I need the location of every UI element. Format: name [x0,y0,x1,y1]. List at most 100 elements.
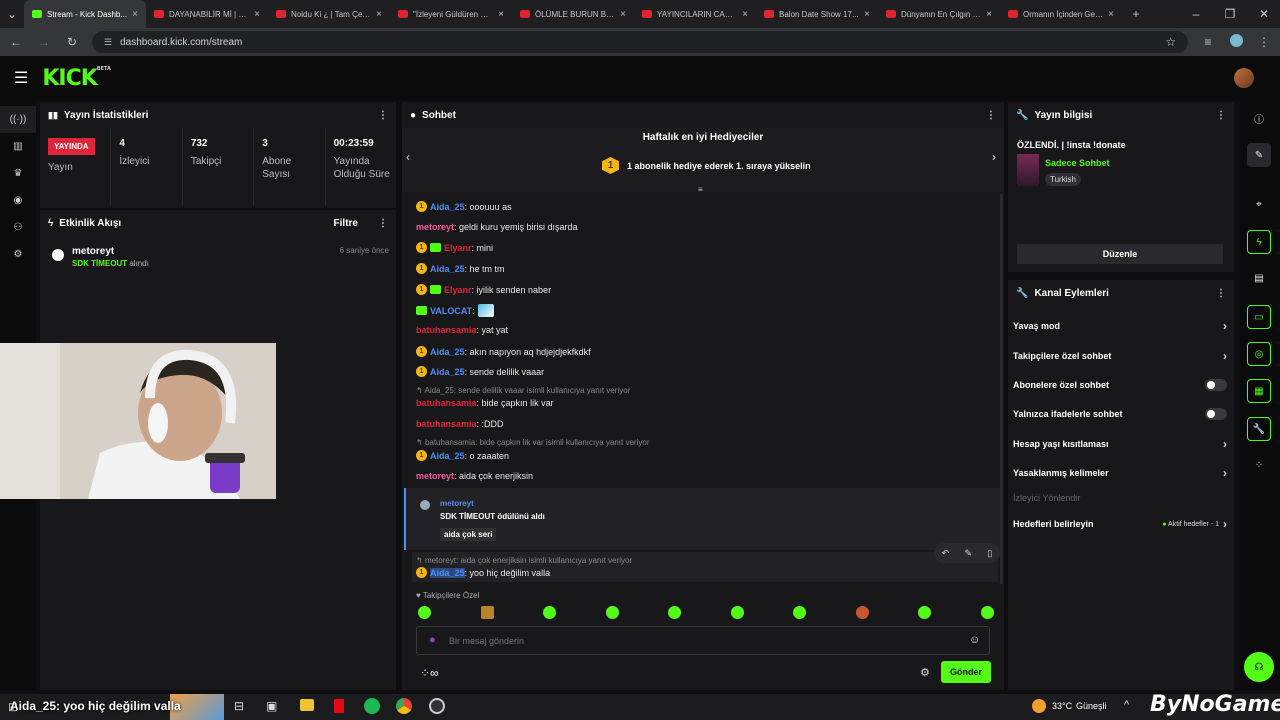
close-window-icon[interactable]: ✕ [1256,7,1272,21]
emote-icon[interactable] [730,606,744,619]
broadcast-icon[interactable]: ◎ [1247,342,1271,366]
site-info-icon[interactable]: ☰ [104,37,112,48]
users-icon[interactable]: ⚇ [0,214,36,241]
browser-menu-icon[interactable]: ⋮ [1256,35,1272,49]
media-control-icon[interactable]: ≡ [1200,35,1216,49]
chat-icon[interactable]: ▭ [1247,305,1271,329]
close-tab-icon[interactable]: × [254,9,260,20]
emotes-chat-toggle[interactable] [1205,408,1227,420]
chat-username[interactable]: batuhansamia [416,325,477,335]
maximize-icon[interactable]: ❐ [1222,7,1238,21]
reply-icon[interactable]: ↶ [942,548,950,559]
chat-username[interactable]: Aida_25 [430,451,465,461]
trophy-icon[interactable]: ♛ [0,160,36,187]
gifters-prev-icon[interactable]: ‹ [406,150,410,164]
emote-icon[interactable] [793,606,807,619]
browser-tab[interactable]: ÖLÜMLE BURUN BU... × [512,0,634,28]
close-tab-icon[interactable]: × [620,9,626,20]
emote-icon[interactable] [605,606,619,619]
subs-chat-toggle[interactable] [1205,379,1227,391]
browser-tab[interactable]: YAYINCILARIN CANLI... × [634,0,756,28]
close-tab-icon[interactable]: × [864,9,870,20]
capture-icon[interactable]: ⌖ [1247,192,1271,216]
browser-tab[interactable]: DAYANABİLİR Mİ | M... × [146,0,268,28]
tab-list-icon[interactable]: ⌄ [0,7,24,21]
bolt-icon[interactable]: ϟ [1247,230,1271,254]
store-icon[interactable]: ▣ [266,699,277,713]
emote-icon[interactable] [918,606,932,619]
slow-mode-row[interactable]: Yavaş mod › [1013,316,1227,336]
category-name[interactable]: Sadece Sohbet [1045,158,1110,168]
close-tab-icon[interactable]: × [986,9,992,20]
browser-tab[interactable]: Balon Date Show 17... × [756,0,878,28]
emote-icon[interactable] [668,606,682,619]
edit-pencil-icon[interactable]: ✎ [1247,143,1271,167]
activity-menu-icon[interactable]: ⋮ [378,218,388,229]
close-tab-icon[interactable]: × [132,9,138,20]
reload-icon[interactable]: ↻ [64,35,80,49]
browser-tab[interactable]: Noldu Ki ¿ | Tam Çen... × [268,0,390,28]
chat-username[interactable]: Aida_25 [430,264,465,274]
tray-chevron-icon[interactable]: ^ [1124,699,1129,711]
file-explorer-icon[interactable] [300,699,314,711]
microphone-icon[interactable]: ● [429,634,436,646]
chat-message-input[interactable] [449,633,949,649]
settings-gear-icon[interactable]: ⚙ [0,241,36,268]
clipboard-icon[interactable]: ▤ [1247,266,1271,290]
chat-username[interactable]: metoreyt [416,222,454,232]
filter-button[interactable]: Filtre [334,218,358,229]
goals-row[interactable]: Hedefleri belirleyin ● Aktif hedefler - 1… [1013,514,1227,534]
chat-username[interactable]: Aida_25 [430,367,465,377]
gifters-next-icon[interactable]: › [992,150,996,164]
chat-username[interactable]: Aida_25 [430,567,465,578]
netflix-icon[interactable] [334,699,344,713]
delete-icon[interactable]: ▯ [987,548,992,559]
close-tab-icon[interactable]: × [1108,9,1114,20]
minimize-icon[interactable]: – [1188,7,1204,21]
chat-username[interactable]: Aida_25 [430,202,465,212]
url-field[interactable]: ☰ dashboard.kick.com/stream ☆ [92,31,1188,53]
emote-icon[interactable] [480,606,494,619]
close-tab-icon[interactable]: × [742,9,748,20]
user-avatar[interactable] [1234,68,1254,88]
profile-icon[interactable] [1228,34,1244,50]
chat-menu-icon[interactable]: ⋮ [986,110,996,121]
category-thumbnail[interactable] [1017,154,1039,186]
channel-actions-menu-icon[interactable]: ⋮ [1216,288,1226,299]
layout-icon[interactable]: ▦ [1247,379,1271,403]
emoji-icon[interactable]: ☺ [969,634,980,646]
send-button[interactable]: Gönder [941,661,991,683]
chat-scrollbar[interactable] [1000,194,1003,584]
chat-username[interactable]: metoreyt [416,471,454,481]
kick-points-icon[interactable]: ⁘ [1247,453,1271,477]
emote-icon[interactable] [980,606,994,619]
emote-icon[interactable] [418,606,431,619]
emote-icon[interactable] [855,606,869,619]
reward-user[interactable]: metoreyt [440,499,474,508]
tools-icon[interactable]: 🔧 [1247,417,1271,441]
task-view-icon[interactable]: ⊟ [234,699,244,713]
chrome-icon[interactable] [396,698,412,714]
support-headset-icon[interactable]: ☊ [1244,652,1274,682]
stream-info-menu-icon[interactable]: ⋮ [1216,110,1226,121]
stats-menu-icon[interactable]: ⋮ [378,110,388,121]
info-icon[interactable]: ⓘ [1247,106,1271,130]
analytics-icon[interactable]: ▥ [0,133,36,160]
banned-words-row[interactable]: Yasaklanmış kelimeler › [1013,463,1227,483]
emote-icon[interactable] [543,606,557,619]
kick-points-icon[interactable]: ⁘∞ [420,666,439,680]
browser-tab[interactable]: "İzleyeni Güldüren Vi... × [390,0,512,28]
pin-icon[interactable]: ✎ [965,548,973,559]
followers-chat-row[interactable]: Takipçilere özel sohbet › [1013,346,1227,366]
kick-logo[interactable]: KICKBETA [42,66,111,91]
obs-icon[interactable] [429,698,445,714]
hamburger-menu-icon[interactable]: ☰ [14,68,28,88]
edit-button[interactable]: Düzenle [1017,244,1223,264]
forward-icon[interactable]: → [36,35,52,49]
account-age-row[interactable]: Hesap yaşı kısıtlaması › [1013,434,1227,454]
chat-username[interactable]: batuhansamia [416,419,477,429]
camera-icon[interactable]: ◉ [0,187,36,214]
chat-username[interactable]: VALOCAT [430,306,472,316]
chat-username[interactable]: batuhansamia [416,398,477,408]
browser-tab[interactable]: Ormanın İçinden Gel... × [1000,0,1122,28]
